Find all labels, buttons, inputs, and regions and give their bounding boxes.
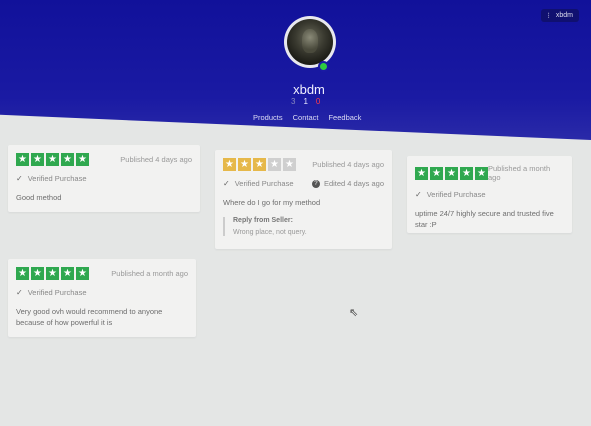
review-card: ★ ★ ★ ★ ★ Published a month ago ✓ Verifi… xyxy=(8,259,196,337)
avatar xyxy=(284,16,336,68)
review-text: uptime 24/7 highly secure and trusted fi… xyxy=(415,209,554,229)
check-icon: ✓ xyxy=(16,288,23,297)
profile-counts: 3 1 0 xyxy=(291,97,320,106)
user-menu-label: xbdm xyxy=(555,12,573,19)
published-date: Published a month ago xyxy=(111,269,188,278)
count-negative: 0 xyxy=(315,97,321,106)
online-status-dot xyxy=(318,61,329,72)
review-card: ★ ★ ★ ★ ★ Published 4 days ago ✓ Verifie… xyxy=(8,145,200,212)
check-icon: ✓ xyxy=(223,179,230,188)
star-icon: ★ xyxy=(415,166,428,180)
avatar-face xyxy=(302,29,318,53)
reply-title: Reply from Seller: xyxy=(233,216,293,224)
nav-contact[interactable]: Contact xyxy=(293,113,319,122)
star-rating: ★ ★ ★ ★ ★ xyxy=(415,166,488,180)
verified-purchase: ✓ Verified Purchase xyxy=(16,288,188,297)
seller-reply: Reply from Seller: Wrong place, not quer… xyxy=(223,216,384,236)
verified-purchase: ✓ Verified Purchase xyxy=(16,174,192,183)
star-icon: ★ xyxy=(76,153,89,166)
verified-label: Verified Purchase xyxy=(27,288,87,297)
star-icon: ★ xyxy=(76,267,89,280)
count-positive: 1 xyxy=(303,97,308,106)
star-icon: ★ xyxy=(61,153,74,166)
star-icon: ★ xyxy=(253,158,266,171)
star-icon: ★ xyxy=(475,166,488,180)
star-icon: ★ xyxy=(31,267,44,280)
nav-products[interactable]: Products xyxy=(253,113,283,122)
star-icon: ★ xyxy=(460,166,473,180)
published-date: Published 4 days ago xyxy=(120,155,192,164)
user-menu-chip[interactable]: ⁝ xbdm xyxy=(541,9,579,22)
star-icon: ★ xyxy=(238,158,251,171)
star-rating: ★ ★ ★ ★ ★ xyxy=(223,158,296,171)
star-icon: ★ xyxy=(16,267,29,280)
star-icon: ★ xyxy=(445,166,458,180)
profile-username: xbdm xyxy=(293,82,325,97)
review-text: Where do I go for my method xyxy=(223,198,321,207)
star-icon: ★ xyxy=(223,158,236,171)
star-rating: ★ ★ ★ ★ ★ xyxy=(16,153,89,166)
review-card: ★ ★ ★ ★ ★ Published a month ago ✓ Verifi… xyxy=(407,156,572,233)
star-icon: ★ xyxy=(283,158,296,171)
nav-feedback[interactable]: Feedback xyxy=(328,113,361,122)
star-icon: ★ xyxy=(268,158,281,171)
avatar-image xyxy=(287,19,333,65)
review-text: Very good ovh would recommend to anyone … xyxy=(16,307,163,327)
reply-body: Wrong place, not query. xyxy=(233,228,307,236)
star-icon: ★ xyxy=(430,166,443,180)
edited-label: Edited 4 days ago xyxy=(323,179,384,188)
review-text: Good method xyxy=(16,193,62,202)
count-neutral: 3 xyxy=(291,97,296,106)
star-icon: ★ xyxy=(61,267,74,280)
verified-label: Verified Purchase xyxy=(234,179,294,188)
published-date: Published 4 days ago xyxy=(312,160,384,169)
menu-dots-icon: ⁝ xyxy=(547,11,550,20)
verified-purchase: ✓ Verified Purchase xyxy=(415,190,564,199)
star-icon: ★ xyxy=(31,153,44,166)
star-icon: ★ xyxy=(16,153,29,166)
review-card: ★ ★ ★ ★ ★ Published 4 days ago ✓ Verifie… xyxy=(215,150,392,249)
verified-purchase: ✓ Verified Purchase ? Edited 4 days ago xyxy=(223,179,384,188)
star-icon: ★ xyxy=(46,267,59,280)
verified-label: Verified Purchase xyxy=(27,174,87,183)
star-rating: ★ ★ ★ ★ ★ xyxy=(16,267,89,280)
verified-label: Verified Purchase xyxy=(426,190,486,199)
mouse-cursor-icon: ⇖ xyxy=(349,307,359,319)
info-icon: ? xyxy=(311,179,320,188)
profile-nav: Products Contact Feedback xyxy=(253,113,361,122)
check-icon: ✓ xyxy=(16,174,23,183)
check-icon: ✓ xyxy=(415,190,422,199)
star-icon: ★ xyxy=(46,153,59,166)
edited-note: ? Edited 4 days ago xyxy=(311,179,384,188)
published-date: Published a month ago xyxy=(488,164,551,182)
